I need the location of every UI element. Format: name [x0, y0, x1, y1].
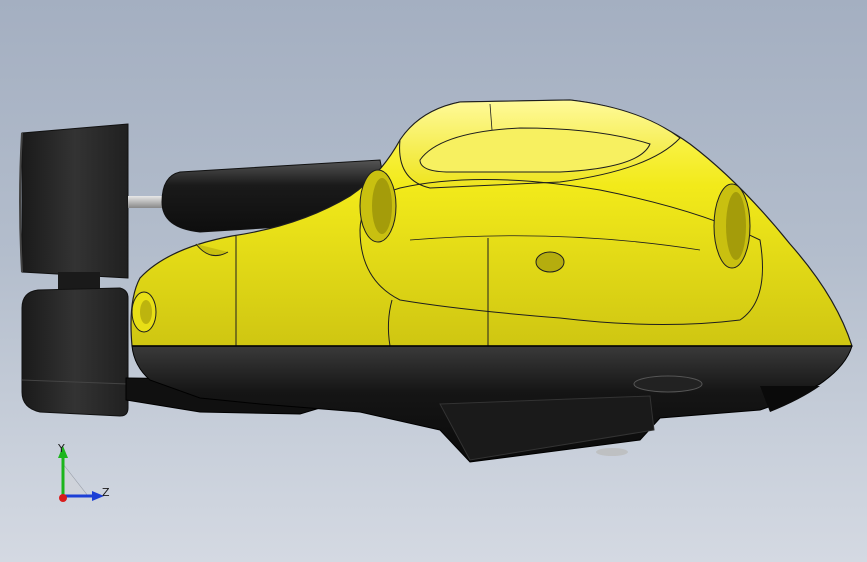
- triad-plane: [62, 463, 89, 497]
- z-axis-label: Z: [102, 486, 110, 499]
- underwater-drone-model[interactable]: [0, 0, 867, 562]
- lower-thruster[interactable]: [21, 287, 129, 417]
- coordinate-triad: Y Z: [48, 438, 118, 510]
- x-axis-dot: [59, 494, 67, 502]
- graphics-viewport[interactable]: Y Z: [0, 0, 867, 562]
- thruster-shaft: [128, 196, 162, 208]
- y-axis-label: Y: [58, 442, 65, 455]
- upper-thruster[interactable]: [19, 123, 162, 290]
- bottom-intake: [633, 375, 703, 393]
- body-hole: [535, 251, 565, 273]
